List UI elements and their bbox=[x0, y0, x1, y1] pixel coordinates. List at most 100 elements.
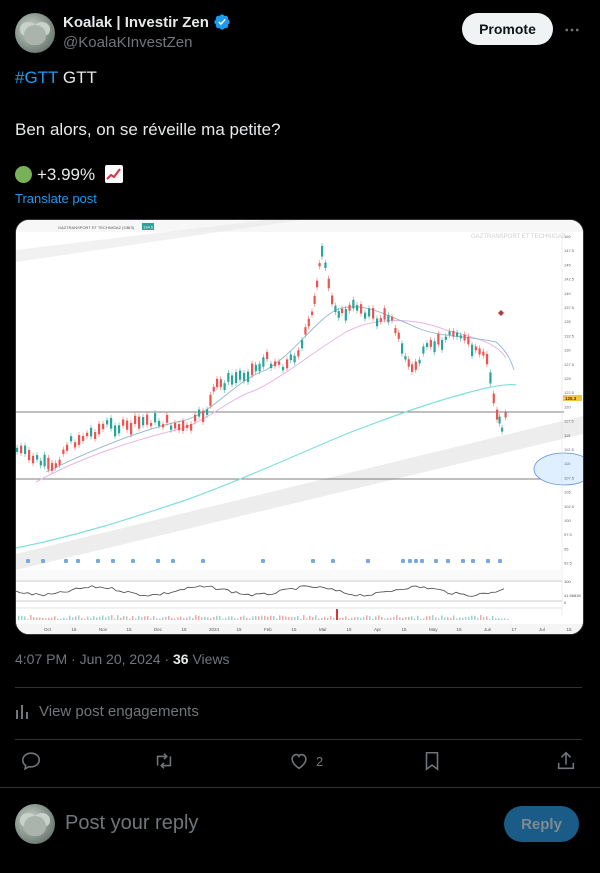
author-handle[interactable]: @KoalaKInvestZen bbox=[63, 34, 192, 51]
volume-bar bbox=[45, 618, 47, 620]
volume-bar bbox=[447, 617, 449, 620]
volume-bar bbox=[189, 616, 191, 620]
candle-body bbox=[270, 363, 273, 369]
volume-bar bbox=[357, 617, 359, 620]
candle-body bbox=[166, 414, 169, 423]
candle-body bbox=[70, 436, 73, 442]
volume-bar bbox=[90, 618, 92, 620]
author-avatar[interactable] bbox=[15, 13, 55, 53]
volume-bar bbox=[240, 616, 242, 620]
x-tick: Jun bbox=[484, 627, 492, 632]
candle-body bbox=[32, 455, 35, 464]
volume-bar bbox=[279, 615, 281, 620]
candle-body bbox=[202, 410, 205, 423]
volume-bar bbox=[48, 617, 50, 620]
like-action[interactable]: 2 bbox=[288, 750, 323, 772]
volume-bar bbox=[174, 618, 176, 620]
volume-bar bbox=[330, 615, 332, 620]
volume-bar bbox=[408, 616, 410, 620]
candle-body bbox=[501, 427, 504, 432]
candle-body bbox=[98, 423, 101, 435]
view-engagements-label[interactable]: View post engagements bbox=[39, 703, 199, 720]
volume-bar bbox=[213, 616, 215, 620]
share-action[interactable] bbox=[555, 750, 577, 772]
candle-body bbox=[376, 318, 379, 327]
post-timestamp[interactable]: 4:07 PM · Jun 20, 2024 · 36 Views bbox=[15, 651, 230, 667]
candle-body bbox=[411, 364, 414, 372]
volume-bar bbox=[147, 616, 149, 620]
x-tick: 15 bbox=[347, 627, 353, 632]
price-tick: 110 bbox=[564, 461, 571, 466]
candle-body bbox=[223, 383, 226, 390]
candle-body bbox=[383, 308, 386, 320]
candle-body bbox=[387, 315, 390, 323]
volume-bar bbox=[24, 616, 26, 620]
verified-badge-icon bbox=[214, 14, 230, 30]
volume-bar bbox=[276, 618, 278, 620]
candle-body bbox=[212, 386, 215, 392]
more-dots-icon[interactable] bbox=[560, 18, 584, 42]
candle-body bbox=[301, 340, 304, 349]
chart-image[interactable]: GAZTRANSPORT ET TECHNIGAZ (GBIS) 134.5 G… bbox=[15, 219, 584, 635]
event-marker bbox=[96, 559, 100, 563]
volume-bar bbox=[162, 617, 164, 620]
candle-body bbox=[209, 394, 212, 406]
chart-header-badge: 134.5 bbox=[143, 225, 154, 230]
volume-bar bbox=[456, 618, 458, 620]
view-engagements-link[interactable]: View post engagements bbox=[15, 703, 199, 720]
volume-bar bbox=[246, 617, 248, 620]
candle-body bbox=[414, 361, 417, 370]
volume-bar bbox=[384, 618, 386, 620]
candle-body bbox=[274, 361, 277, 367]
volume-bar bbox=[486, 616, 488, 620]
ticker-text: GTT bbox=[62, 68, 97, 87]
x-tick: 15 bbox=[182, 627, 188, 632]
volume-bar bbox=[210, 618, 212, 620]
heart-icon bbox=[291, 753, 307, 770]
reply-action[interactable] bbox=[20, 750, 42, 772]
candle-body bbox=[227, 372, 230, 382]
volume-bar bbox=[102, 615, 104, 620]
volume-bar bbox=[471, 615, 473, 620]
x-tick: 2024 bbox=[209, 627, 220, 632]
volume-spike bbox=[336, 609, 338, 620]
candle-body bbox=[262, 357, 265, 367]
green-circle-icon bbox=[15, 166, 32, 183]
candle-body bbox=[327, 278, 330, 289]
volume-bar bbox=[54, 616, 56, 620]
author-name-row[interactable]: Koalak | Investir Zen bbox=[63, 13, 231, 31]
event-marker bbox=[486, 559, 490, 563]
candle-body bbox=[142, 417, 145, 426]
hashtag-link[interactable]: #GTT bbox=[15, 68, 58, 87]
volume-bar bbox=[252, 616, 254, 620]
promote-button[interactable]: Promote bbox=[462, 13, 553, 45]
candle-body bbox=[391, 316, 394, 321]
candle-body bbox=[337, 311, 340, 318]
volume-bar bbox=[417, 615, 419, 620]
candle-body bbox=[235, 372, 238, 384]
volume-bar bbox=[201, 617, 203, 620]
bookmark-action[interactable] bbox=[421, 750, 443, 772]
translate-post-link[interactable]: Translate post bbox=[15, 191, 97, 206]
volume-bar bbox=[105, 617, 107, 620]
candle-body bbox=[360, 304, 363, 314]
volume-bar bbox=[444, 617, 446, 620]
volume-bar bbox=[273, 616, 275, 620]
volume-bar bbox=[228, 616, 230, 620]
price-tick: 127.5 bbox=[564, 362, 575, 367]
volume-bar bbox=[312, 617, 314, 620]
candle-body bbox=[178, 423, 181, 431]
post-time[interactable]: 4:07 PM · Jun 20, 2024 bbox=[15, 651, 161, 667]
volume-bar bbox=[108, 616, 110, 620]
volume-bar bbox=[450, 618, 452, 620]
volume-bar bbox=[186, 617, 188, 620]
volume-bar bbox=[30, 615, 32, 620]
reply-input[interactable]: Post your reply bbox=[65, 812, 198, 835]
reply-button[interactable]: Reply bbox=[504, 806, 579, 842]
author-display-name[interactable]: Koalak | Investir Zen bbox=[63, 14, 209, 31]
volume-bar bbox=[396, 615, 398, 620]
volume-bar bbox=[459, 617, 461, 620]
event-marker bbox=[111, 559, 115, 563]
x-tick: 15 bbox=[237, 627, 243, 632]
repost-action[interactable] bbox=[152, 750, 176, 772]
